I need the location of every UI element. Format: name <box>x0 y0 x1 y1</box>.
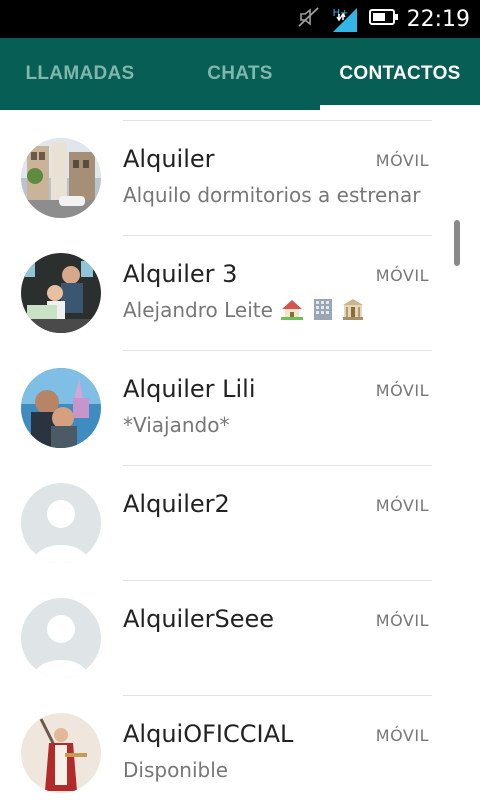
contact-name: Alquiler Lili <box>123 375 256 403</box>
classical-building-icon <box>342 298 364 325</box>
phone-type-label: MÓVIL <box>375 496 429 515</box>
contact-name: Alquiler2 <box>123 490 230 518</box>
tab-contactos[interactable]: CONTACTOS <box>320 38 480 110</box>
signal-icon: H+ <box>331 4 359 34</box>
office-building-icon <box>312 298 334 325</box>
tab-bar: LLAMADAS CHATS CONTACTOS <box>0 38 480 110</box>
status-icons: H+ 22:19 <box>287 0 470 38</box>
contact-avatar[interactable] <box>21 138 101 218</box>
contact-status: Alquilo dormitorios a estrenar <box>123 183 421 207</box>
contact-row[interactable]: Alquiler Lili MÓVIL *Viajando* <box>0 351 480 466</box>
default-avatar-icon[interactable] <box>21 598 101 678</box>
contact-name: Alquiler 3 <box>123 260 238 288</box>
phone-type-label: MÓVIL <box>375 266 429 285</box>
contact-list[interactable]: Alquiler MÓVIL Alquilo dormitorios a est… <box>0 110 480 800</box>
tab-label: CHATS <box>207 63 273 84</box>
house-icon <box>281 298 304 325</box>
contact-name: AlquiOFICCIAL <box>123 720 294 748</box>
phone-type-label: MÓVIL <box>375 381 429 400</box>
tab-llamadas[interactable]: LLAMADAS <box>0 38 160 110</box>
contact-name: AlquilerSeee <box>123 605 275 633</box>
contact-row[interactable]: AlquiOFICCIAL MÓVIL Disponible <box>0 696 480 800</box>
tab-label: CONTACTOS <box>339 63 461 84</box>
tab-label: LLAMADAS <box>25 63 135 84</box>
contact-status: Alejandro Leite <box>123 298 433 325</box>
phone-type-label: MÓVIL <box>375 726 429 745</box>
default-avatar-icon[interactable] <box>21 483 101 563</box>
status-bar: H+ 22:19 <box>0 0 480 38</box>
contact-name: Alquiler <box>123 145 215 173</box>
status-time: 22:19 <box>406 6 470 32</box>
scrollbar[interactable] <box>454 220 460 266</box>
contact-row[interactable]: AlquilerSeee MÓVIL <box>0 581 480 696</box>
battery-icon <box>368 8 399 30</box>
contact-avatar[interactable] <box>21 253 101 333</box>
contact-status: *Viajando* <box>123 413 230 437</box>
mute-icon <box>297 5 321 33</box>
contact-row[interactable]: Alquiler2 MÓVIL <box>0 466 480 581</box>
contact-row[interactable]: Alquiler MÓVIL Alquilo dormitorios a est… <box>0 121 480 236</box>
contact-row[interactable]: Alquiler 3 MÓVIL Alejandro Leite <box>0 236 480 351</box>
tab-chats[interactable]: CHATS <box>160 38 320 110</box>
phone-type-label: MÓVIL <box>375 151 429 170</box>
phone-type-label: MÓVIL <box>375 611 429 630</box>
contact-status: Disponible <box>123 758 229 782</box>
contact-avatar[interactable] <box>21 368 101 448</box>
contact-avatar[interactable] <box>21 713 101 793</box>
contact-status-text: Alejandro Leite <box>123 298 273 322</box>
